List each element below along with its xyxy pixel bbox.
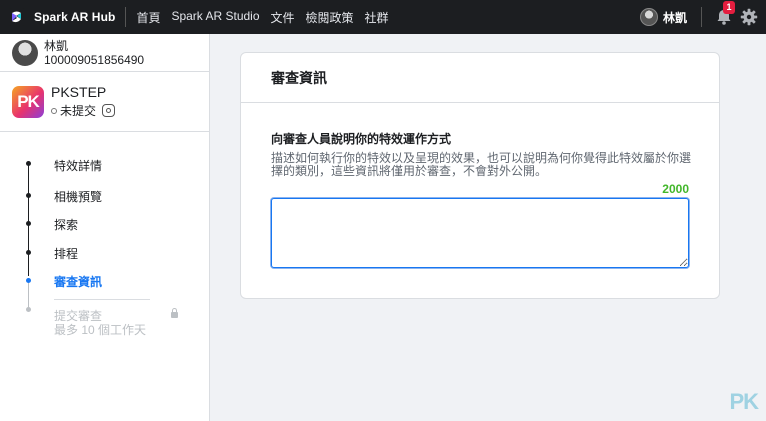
- nav-docs[interactable]: 文件: [271, 9, 295, 26]
- status-dot-icon: [51, 107, 57, 114]
- account-avatar: [12, 39, 38, 66]
- effect-info: PKSTEP 未提交: [51, 84, 116, 119]
- submit-review-label: 提交審查: [54, 309, 103, 323]
- step-connector: [28, 164, 29, 276]
- account-id: 100009051856490: [44, 52, 145, 67]
- step-connector-disabled: [28, 283, 29, 308]
- step-camera-preview[interactable]: 相機預覽: [54, 188, 102, 205]
- divider: [125, 7, 127, 27]
- card-body: 向審查人員說明你的特效運作方式 描述如何執行你的特效以及呈現的效果，也可以說明為…: [241, 103, 719, 268]
- step-review-info[interactable]: 審查資訊: [54, 273, 102, 290]
- spark-ar-logo-icon[interactable]: [8, 8, 26, 26]
- nav-community[interactable]: 社群: [365, 9, 389, 26]
- account-header[interactable]: 林凱 100009051856490: [0, 34, 209, 72]
- step-submit-review: 提交審查 最多 10 個工作天: [54, 309, 146, 337]
- step-effect-details[interactable]: 特效詳情: [54, 157, 102, 174]
- character-counter: 2000: [662, 182, 689, 196]
- notification-badge: 1: [723, 1, 735, 14]
- effect-status: 未提交: [51, 102, 116, 119]
- card-title: 審查資訊: [241, 53, 719, 103]
- watermark-logo: PK: [729, 389, 759, 414]
- brand-title[interactable]: Spark AR Hub: [34, 10, 115, 24]
- step-explore[interactable]: 探索: [54, 216, 78, 233]
- nav-spark-ar-studio[interactable]: Spark AR Studio: [171, 9, 259, 26]
- textarea-wrapper: [271, 198, 689, 268]
- review-description-textarea[interactable]: [271, 198, 689, 268]
- field-description: 描述如何執行你的特效以及呈現的效果，也可以說明為何你覺得此特效屬於你選擇的類別，…: [271, 151, 692, 178]
- topbar-right: 林凱 1: [639, 0, 766, 34]
- user-name[interactable]: 林凱: [663, 9, 687, 26]
- review-info-card: 審查資訊 向審查人員說明你的特效運作方式 描述如何執行你的特效以及呈現的效果，也…: [240, 52, 720, 299]
- lock-icon: [171, 308, 178, 318]
- top-navigation-bar: Spark AR Hub 首頁 Spark AR Studio 文件 檢閱政策 …: [0, 0, 766, 34]
- nav-review-policy[interactable]: 檢閱政策: [306, 9, 354, 26]
- main-nav: 首頁 Spark AR Studio 文件 檢閱政策 社群: [136, 9, 388, 26]
- effect-name: PKSTEP: [51, 84, 107, 100]
- user-avatar[interactable]: [639, 8, 658, 26]
- account-info: 林凱 100009051856490: [44, 39, 144, 67]
- instagram-icon: [102, 104, 116, 117]
- step-dot: [26, 193, 31, 198]
- submit-review-sublabel: 最多 10 個工作天: [54, 323, 147, 337]
- step-separator: [54, 299, 150, 300]
- nav-home[interactable]: 首頁: [136, 9, 160, 26]
- step-dot: [26, 250, 31, 255]
- gear-icon[interactable]: [740, 8, 758, 26]
- step-dot-disabled: [26, 307, 31, 312]
- divider: [701, 7, 702, 27]
- account-name: 林凱: [44, 38, 69, 53]
- effect-status-label: 未提交: [60, 104, 97, 118]
- effect-logo: PK: [12, 85, 44, 118]
- step-dot: [26, 221, 31, 226]
- effect-summary: PK PKSTEP 未提交: [0, 72, 209, 132]
- field-label: 向審查人員說明你的特效運作方式: [271, 132, 452, 146]
- notifications-button[interactable]: 1: [714, 1, 735, 27]
- step-schedule[interactable]: 排程: [54, 245, 78, 262]
- step-dot: [26, 161, 31, 166]
- sidebar: 林凱 100009051856490 PK PKSTEP 未提交 特效詳情 相機…: [0, 34, 210, 421]
